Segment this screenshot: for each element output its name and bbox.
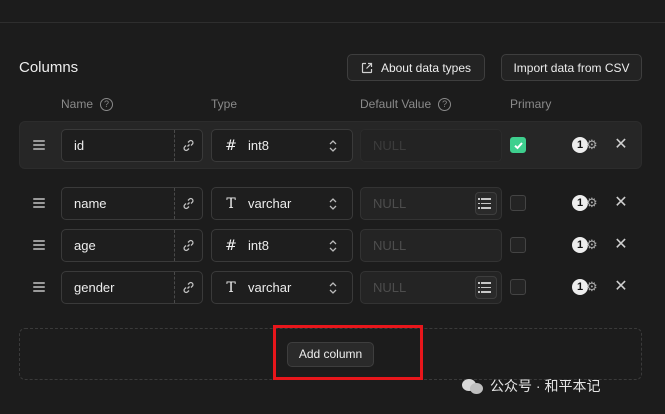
check-icon xyxy=(513,141,523,149)
header-primary-label: Primary xyxy=(510,97,552,111)
primary-checkbox[interactable] xyxy=(510,137,526,153)
gear-icon[interactable]: ⚙ xyxy=(586,279,600,295)
help-icon[interactable]: ? xyxy=(438,97,452,111)
chevron-up-down-icon xyxy=(329,140,337,152)
remove-column-close-icon[interactable]: ✕ xyxy=(614,236,628,254)
gear-icon[interactable]: ⚙ xyxy=(586,237,600,253)
chevron-up-down-icon xyxy=(329,240,337,252)
header-default-value: Default Value ? xyxy=(360,97,452,111)
primary-checkbox[interactable] xyxy=(510,195,526,211)
highlight-annotation-box xyxy=(273,325,423,380)
link-icon[interactable] xyxy=(174,188,202,219)
remove-column-close-icon[interactable]: ✕ xyxy=(614,278,628,296)
about-data-types-label: About data types xyxy=(380,60,472,75)
column-row-age: age # int8 NULL 1 ⚙ ✕ xyxy=(0,228,665,264)
column-name-value: id xyxy=(74,138,85,153)
primary-checkbox[interactable] xyxy=(510,237,526,253)
import-csv-label: Import data from CSV xyxy=(513,60,630,75)
link-icon[interactable] xyxy=(174,130,202,161)
section-title: Columns xyxy=(19,59,79,76)
column-name-value: age xyxy=(74,238,96,253)
column-type-select[interactable]: T varchar xyxy=(211,187,353,220)
column-type-value: int8 xyxy=(248,238,269,253)
header-name-label: Name xyxy=(61,97,94,111)
header-primary: Primary xyxy=(510,97,551,111)
chevron-up-down-icon xyxy=(329,282,337,294)
header-type: Type xyxy=(211,97,237,111)
default-value-placeholder: NULL xyxy=(373,238,407,253)
wechat-logo-icon xyxy=(462,377,484,395)
header-type-label: Type xyxy=(211,97,238,111)
column-name-input[interactable]: name xyxy=(61,187,203,220)
help-icon[interactable]: ? xyxy=(100,97,114,111)
drag-handle-icon[interactable] xyxy=(33,198,45,208)
gear-icon[interactable]: ⚙ xyxy=(586,137,600,153)
link-icon[interactable] xyxy=(174,272,202,303)
default-value-input[interactable]: NULL xyxy=(360,129,502,162)
external-link-icon xyxy=(361,62,373,73)
column-type-select[interactable]: # int8 xyxy=(211,229,353,262)
chevron-up-down-icon xyxy=(329,198,337,210)
drag-handle-icon[interactable] xyxy=(33,140,45,150)
default-value-input[interactable]: NULL xyxy=(360,229,502,262)
column-type-select[interactable]: # int8 xyxy=(211,129,353,162)
import-csv-button[interactable]: Import data from CSV xyxy=(501,54,642,81)
list-icon[interactable] xyxy=(475,276,497,299)
default-value-placeholder: NULL xyxy=(373,138,407,153)
text-type-icon: T xyxy=(226,279,236,296)
column-type-value: varchar xyxy=(248,196,292,211)
drag-handle-icon[interactable] xyxy=(33,282,45,292)
column-row-gender: gender T varchar NULL 1 ⚙ ✕ xyxy=(0,270,665,306)
gear-icon[interactable]: ⚙ xyxy=(586,195,600,211)
column-name-input[interactable]: id xyxy=(61,129,203,162)
column-type-select[interactable]: T varchar xyxy=(211,271,353,304)
list-icon[interactable] xyxy=(475,192,497,215)
primary-checkbox[interactable] xyxy=(510,279,526,295)
column-name-value: gender xyxy=(74,280,115,295)
default-value-input[interactable]: NULL xyxy=(360,271,502,304)
remove-column-close-icon[interactable]: ✕ xyxy=(614,136,628,154)
column-type-value: varchar xyxy=(248,280,292,295)
default-value-placeholder: NULL xyxy=(373,280,407,295)
column-name-input[interactable]: age xyxy=(61,229,203,262)
default-value-placeholder: NULL xyxy=(373,196,407,211)
watermark-text: 公众号 · 和平本记 xyxy=(490,378,601,394)
header-name: Name ? xyxy=(61,97,114,111)
hash-icon: # xyxy=(225,137,237,154)
drag-handle-icon[interactable] xyxy=(33,240,45,250)
column-row-id: id # int8 NULL 1 ⚙ ✕ xyxy=(0,128,665,164)
header-default-label: Default Value xyxy=(360,97,432,111)
column-name-input[interactable]: gender xyxy=(61,271,203,304)
about-data-types-button[interactable]: About data types xyxy=(347,54,485,81)
remove-column-close-icon[interactable]: ✕ xyxy=(614,194,628,212)
text-type-icon: T xyxy=(226,195,236,212)
top-divider xyxy=(0,22,665,23)
hash-icon: # xyxy=(225,237,237,254)
column-type-value: int8 xyxy=(248,138,269,153)
watermark: 公众号 · 和平本记 xyxy=(462,376,600,396)
default-value-input[interactable]: NULL xyxy=(360,187,502,220)
column-name-value: name xyxy=(74,196,107,211)
link-icon[interactable] xyxy=(174,230,202,261)
column-row-name: name T varchar NULL 1 ⚙ ✕ xyxy=(0,186,665,222)
